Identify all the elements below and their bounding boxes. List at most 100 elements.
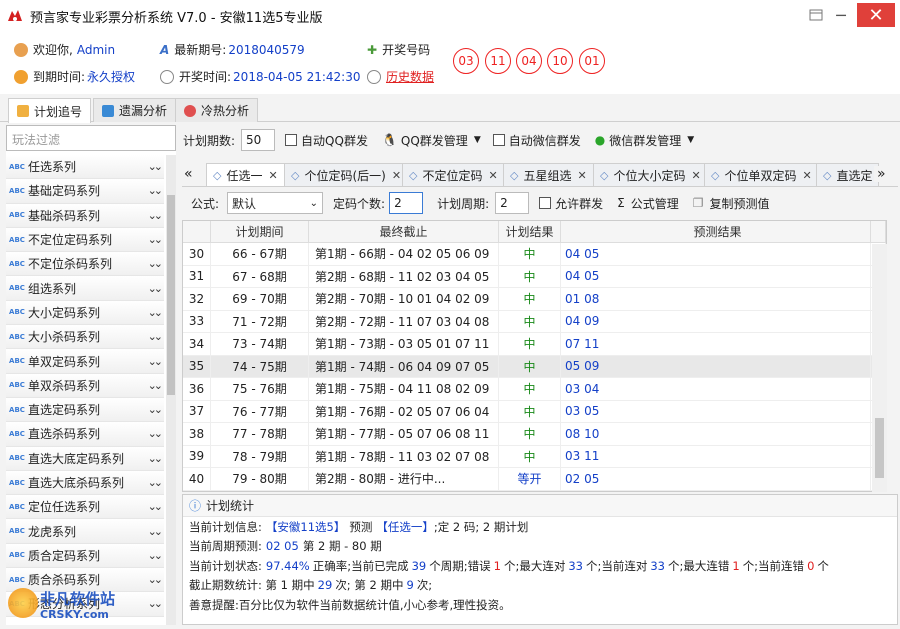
table-row[interactable]: 40 79 - 80期 第2期 - 80期 - 进行中... 等开 02 05 xyxy=(183,468,886,491)
sidebar-item[interactable]: ABC 直选大底定码系列 ⌄⌄ xyxy=(6,446,164,471)
header-predict[interactable]: 预测结果 xyxy=(561,221,871,242)
sidebar-item[interactable]: ABC 单双杀码系列 ⌄⌄ xyxy=(6,373,164,398)
table-row[interactable]: 33 71 - 72期 第2期 - 72期 - 11 07 03 04 08 中 04 … xyxy=(183,310,886,333)
plan-tab[interactable]: ◇ 五星组选 ✕ xyxy=(503,163,594,186)
expand-icon[interactable]: ⌄⌄ xyxy=(148,160,164,173)
close-icon[interactable]: ✕ xyxy=(802,169,811,182)
plan-tab[interactable]: ◇ 任选一 ✕ xyxy=(206,163,285,186)
header-end[interactable]: 最终截止 xyxy=(309,221,499,242)
copy-predict-button[interactable]: ❐ 复制预测值 xyxy=(693,195,770,212)
expand-icon[interactable]: ⌄⌄ xyxy=(148,476,164,489)
expand-icon[interactable]: ⌄⌄ xyxy=(148,525,164,538)
plan-tab[interactable]: ◇ 直选定 xyxy=(816,163,880,186)
qq-icon: 🐧 xyxy=(381,133,397,147)
sidebar-item[interactable]: ABC 定位任选系列 ⌄⌄ xyxy=(6,495,164,520)
sidebar-item[interactable]: ABC 基础杀码系列 ⌄⌄ xyxy=(6,203,164,228)
expand-icon[interactable]: ⌄⌄ xyxy=(148,573,164,586)
qq-manage-menu[interactable]: 🐧 QQ群发管理 ▼ xyxy=(382,132,481,149)
plan-tab[interactable]: ◇ 个位定码(后一) ✕ xyxy=(284,163,409,186)
cell-end: 第1期 - 76期 - 02 05 07 06 04 xyxy=(309,400,499,422)
table-row[interactable]: 35 74 - 75期 第1期 - 74期 - 06 04 09 07 05 中 05 … xyxy=(183,355,886,378)
period-input[interactable]: 2 xyxy=(495,192,530,214)
sidebar-item[interactable]: ABC 不定位杀码系列 ⌄⌄ xyxy=(6,252,164,277)
sidebar-item[interactable]: ABC 组选系列 ⌄⌄ xyxy=(6,276,164,301)
tab-hotcold[interactable]: 冷热分析 xyxy=(175,98,259,122)
allow-group-checkbox[interactable]: 允许群发 xyxy=(539,195,603,212)
header-period[interactable]: 计划期间 xyxy=(211,221,309,242)
table-row[interactable]: 36 75 - 76期 第1期 - 75期 - 04 11 08 02 09 中 03 … xyxy=(183,378,886,401)
plan-tab[interactable]: ◇ 个位单双定码 ✕ xyxy=(704,163,819,186)
sidebar-item[interactable]: ABC 基础定码系列 ⌄⌄ xyxy=(6,179,164,204)
grid-scrollbar[interactable] xyxy=(872,244,887,492)
checkbox-box[interactable] xyxy=(492,134,505,146)
table-row[interactable]: 37 76 - 77期 第1期 - 76期 - 02 05 07 06 04 中 03 … xyxy=(183,400,886,423)
filter-input[interactable]: 玩法过滤 xyxy=(6,125,176,151)
sidebar-item[interactable]: ABC 大小杀码系列 ⌄⌄ xyxy=(6,325,164,350)
close-icon[interactable]: ✕ xyxy=(392,169,401,182)
table-row[interactable]: 34 73 - 74期 第1期 - 73期 - 03 05 01 07 11 中 07 … xyxy=(183,333,886,356)
sidebar-item[interactable]: ABC 龙虎系列 ⌄⌄ xyxy=(6,519,164,544)
plan-tab[interactable]: ◇ 不定位定码 ✕ xyxy=(402,163,505,186)
expand-icon[interactable]: ⌄⌄ xyxy=(148,184,164,197)
table-row[interactable]: 31 67 - 68期 第2期 - 68期 - 11 02 03 04 05 中 04 … xyxy=(183,265,886,288)
expand-icon[interactable]: ⌄⌄ xyxy=(148,427,164,440)
expand-icon[interactable]: ⌄⌄ xyxy=(148,549,164,562)
header-result[interactable]: 计划结果 xyxy=(499,221,561,242)
sidebar-item[interactable]: ABC 直选大底杀码系列 ⌄⌄ xyxy=(6,470,164,496)
sidebar-item[interactable]: ABC 直选定码系列 ⌄⌄ xyxy=(6,397,164,423)
close-icon[interactable]: ✕ xyxy=(577,169,586,182)
sidebar-item[interactable]: ABC 不定位定码系列 ⌄⌄ xyxy=(6,227,164,253)
expand-icon[interactable]: ⌄⌄ xyxy=(148,597,164,610)
tab-plan[interactable]: 计划追号 xyxy=(8,98,92,123)
expand-icon[interactable]: ⌄⌄ xyxy=(148,452,164,465)
tab-missing[interactable]: 遗漏分析 xyxy=(93,98,177,122)
formula-select[interactable]: 默认 ⌄ xyxy=(227,192,324,214)
plan-grid: 计划期间 最终截止 计划结果 预测结果 30 66 - 67期 第1期 - 66期 … xyxy=(182,220,887,492)
sidebar-item[interactable]: ABC 大小定码系列 ⌄⌄ xyxy=(6,300,164,326)
expand-icon[interactable]: ⌄⌄ xyxy=(148,355,164,368)
table-row[interactable]: 39 78 - 79期 第1期 - 78期 - 11 03 02 07 08 中 03 … xyxy=(183,445,886,468)
scroll-left-icon[interactable]: « xyxy=(184,166,193,182)
formula-manage-button[interactable]: Σ 公式管理 xyxy=(617,195,679,212)
minimize-button[interactable]: ─ xyxy=(828,3,854,27)
sidebar-item[interactable]: ABC 直选杀码系列 ⌄⌄ xyxy=(6,422,164,447)
history-info[interactable]: 历史数据 xyxy=(367,68,434,85)
history-link[interactable]: 历史数据 xyxy=(386,68,434,85)
scroll-right-icon[interactable]: » xyxy=(874,166,889,182)
stat-text: 个;当前连错 xyxy=(742,558,805,573)
checkbox-box[interactable] xyxy=(539,197,552,209)
skin-icon[interactable] xyxy=(808,3,824,27)
latest-label: 最新期号: xyxy=(174,43,227,57)
wechat-manage-menu[interactable]: ● 微信群发管理 ▼ xyxy=(595,132,694,149)
table-row[interactable]: 32 69 - 70期 第2期 - 70期 - 10 01 04 02 09 中 01 … xyxy=(183,288,886,311)
plan-tab[interactable]: ◇ 个位大小定码 ✕ xyxy=(593,163,708,186)
expand-icon[interactable]: ⌄⌄ xyxy=(148,306,164,319)
expand-icon[interactable]: ⌄⌄ xyxy=(148,209,164,222)
sidebar-item[interactable]: ABC 任选系列 ⌄⌄ xyxy=(6,155,164,180)
expand-icon[interactable]: ⌄⌄ xyxy=(148,403,164,416)
expand-icon[interactable]: ⌄⌄ xyxy=(148,330,164,343)
sidebar-item[interactable]: ABC 单双定码系列 ⌄⌄ xyxy=(6,349,164,374)
plan-count-input[interactable]: 50 xyxy=(241,129,276,151)
auto-qq-checkbox[interactable]: 自动QQ群发 xyxy=(285,132,368,149)
close-icon[interactable]: ✕ xyxy=(488,169,497,182)
expand-icon[interactable]: ⌄⌄ xyxy=(148,282,164,295)
auto-wechat-checkbox[interactable]: 自动微信群发 xyxy=(492,132,581,149)
sidebar-item[interactable]: ABC 质合定码系列 ⌄⌄ xyxy=(6,543,164,569)
close-button[interactable]: ✕ xyxy=(857,3,895,27)
plan-tab-label: 个位定码(后一) xyxy=(304,168,386,183)
close-icon[interactable]: ✕ xyxy=(268,169,277,182)
table-row[interactable]: 38 77 - 78期 第1期 - 77期 - 05 07 06 08 11 中 08 … xyxy=(183,423,886,446)
count-input[interactable]: 2 xyxy=(389,192,424,214)
expand-icon[interactable]: ⌄⌄ xyxy=(148,500,164,513)
expand-icon[interactable]: ⌄⌄ xyxy=(148,233,164,246)
tab-hotcold-label: 冷热分析 xyxy=(201,104,250,118)
checkbox-box[interactable] xyxy=(285,134,298,146)
expand-icon[interactable]: ⌄⌄ xyxy=(148,257,164,270)
scroll-thumb[interactable] xyxy=(167,195,175,395)
scroll-thumb[interactable] xyxy=(875,418,884,478)
expand-icon[interactable]: ⌄⌄ xyxy=(148,379,164,392)
close-icon[interactable]: ✕ xyxy=(691,169,700,182)
sidebar-scrollbar[interactable] xyxy=(166,155,176,625)
table-row[interactable]: 30 66 - 67期 第1期 - 66期 - 04 02 05 06 09 中 04 … xyxy=(183,243,886,266)
